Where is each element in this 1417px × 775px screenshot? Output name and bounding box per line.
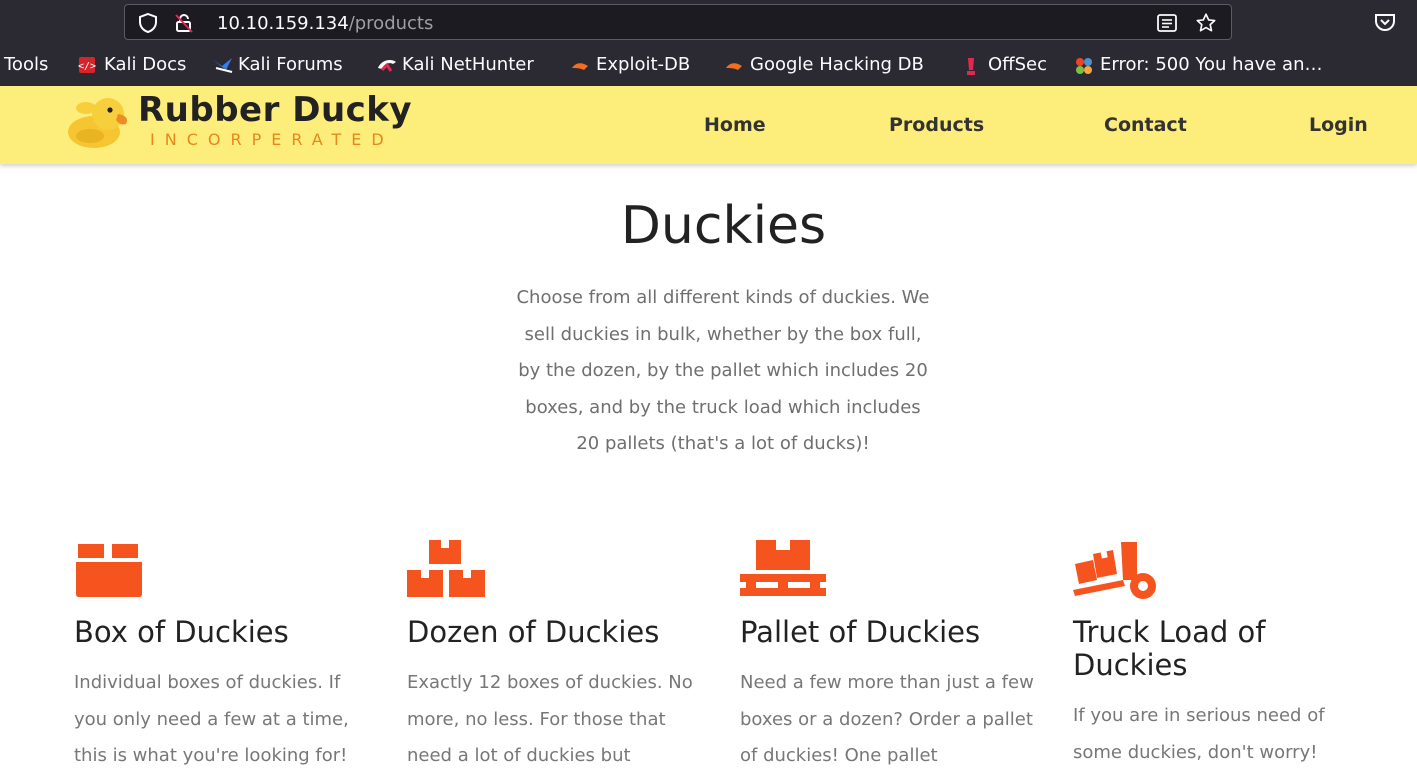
kali-docs-icon: </>	[78, 56, 96, 74]
reader-view-icon[interactable]	[1157, 14, 1177, 36]
product-card-dozen: Dozen of Duckies Exactly 12 boxes of duc…	[407, 540, 707, 775]
url-bar[interactable]: 10.10.159.134/products	[124, 4, 1232, 40]
svg-text:</>: </>	[78, 61, 96, 72]
bookmarks-toolbar: Tools </> Kali Docs Kali Forums Kali Net…	[0, 44, 1417, 87]
exploit-db-icon	[570, 56, 588, 74]
page-title: Duckies	[620, 196, 827, 256]
kali-forums-icon	[212, 56, 233, 74]
bookmark-star-icon[interactable]	[1195, 12, 1217, 38]
product-card-box: Box of Duckies Individual boxes of ducki…	[74, 540, 374, 775]
nav-login[interactable]: Login	[1309, 114, 1368, 136]
pocket-icon[interactable]	[1374, 12, 1396, 36]
lock-warning-icon[interactable]	[173, 12, 195, 38]
nav-contact[interactable]: Contact	[1104, 114, 1187, 136]
product-title: Box of Duckies	[74, 615, 289, 649]
offsec-icon	[962, 56, 980, 75]
bookmark-label: Tools	[4, 54, 49, 75]
shield-icon[interactable]	[137, 12, 159, 38]
bookmark-google-hacking-db[interactable]: Google Hacking DB	[724, 54, 924, 75]
bookmark-label: Kali Docs	[104, 54, 187, 75]
product-title: Pallet of Duckies	[740, 615, 981, 649]
brand-name[interactable]: Rubber Ducky	[138, 90, 412, 130]
nav-products[interactable]: Products	[889, 114, 984, 136]
kali-nethunter-icon	[376, 56, 396, 74]
product-description: If you are in serious need of some ducki…	[1073, 705, 1325, 763]
nav-home[interactable]: Home	[704, 114, 766, 136]
url-host: 10.10.159.134	[217, 13, 349, 34]
dolly-icon	[1073, 540, 1373, 600]
browser-toolbar: 10.10.159.134/products	[0, 0, 1417, 44]
bookmark-label: Kali Forums	[238, 54, 343, 75]
bookmark-tools[interactable]: Tools	[4, 54, 48, 75]
bookmark-kali-forums[interactable]: Kali Forums	[212, 54, 343, 75]
bookmark-label: Google Hacking DB	[750, 54, 924, 75]
site-header: Rubber Ducky INCORPERATED Home Products …	[0, 86, 1417, 164]
ghdb-icon	[724, 56, 742, 74]
joomla-icon	[1074, 56, 1092, 74]
pallet-icon	[740, 540, 1040, 600]
intro-text: Choose from all different kinds of ducki…	[516, 287, 930, 455]
boxes-stack-icon	[407, 540, 707, 600]
product-title: Truck Load of Duckies	[1073, 615, 1266, 682]
brand-subtitle: INCORPERATED	[150, 130, 394, 149]
bookmark-label: OffSec	[988, 54, 1047, 75]
duck-logo-icon[interactable]	[66, 94, 132, 156]
bookmark-kali-docs[interactable]: </> Kali Docs	[78, 54, 186, 75]
product-card-pallet: Pallet of Duckies Need a few more than j…	[740, 540, 1040, 775]
bookmark-label: Exploit-DB	[596, 54, 691, 75]
bookmark-label: Kali NetHunter	[402, 54, 534, 75]
url-text[interactable]: 10.10.159.134/products	[217, 13, 433, 34]
product-card-truck: Truck Load of Duckies If you are in seri…	[1073, 540, 1373, 771]
box-icon	[74, 540, 374, 600]
product-title: Dozen of Duckies	[407, 615, 660, 649]
bookmark-kali-nethunter[interactable]: Kali NetHunter	[376, 54, 534, 75]
url-path: /products	[348, 13, 434, 34]
product-description: Need a few more than just a few boxes or…	[740, 672, 1034, 767]
bookmark-label: Error: 500 You have an…	[1100, 54, 1323, 75]
bookmark-error-500[interactable]: Error: 500 You have an…	[1074, 54, 1323, 75]
bookmark-offsec[interactable]: OffSec	[962, 54, 1047, 75]
product-description: Individual boxes of duckies. If you only…	[74, 672, 349, 767]
bookmark-exploit-db[interactable]: Exploit-DB	[570, 54, 690, 75]
product-description: Exactly 12 boxes of duckies. No more, no…	[407, 672, 693, 767]
